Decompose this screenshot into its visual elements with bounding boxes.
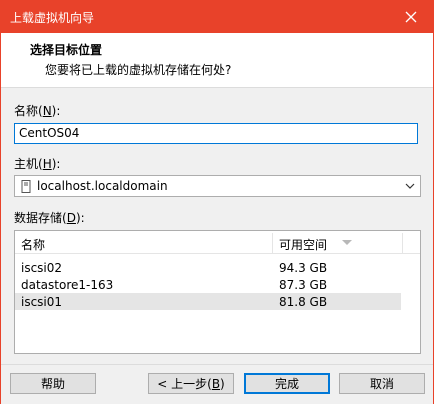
host-label: 主机(H): [14,157,61,171]
host-value: localhost.localdomain [37,179,168,193]
wizard-body: 名称(N): CentOS04 主机(H): localhost.localdo… [1,88,433,364]
table-row[interactable]: datastore1-163 87.3 GB [15,276,401,293]
window-title: 上载虚拟机向导 [10,11,95,25]
title-bar: 上载虚拟机向导 [1,1,433,33]
cancel-button[interactable]: 取消 [339,373,425,394]
table-row[interactable]: iscsi02 94.3 GB [15,259,401,276]
datastore-free: 87.3 GB [279,278,328,292]
column-divider [272,233,273,253]
help-button[interactable]: 帮助 [10,373,96,394]
datastore-free: 81.8 GB [279,295,328,309]
datastore-table: 名称 可用空间 iscsi02 94.3 GB datastore1-163 8… [14,230,421,354]
button-bar: 帮助 < 上一步(B) 完成 取消 [1,364,433,404]
datastore-free: 94.3 GB [279,261,328,275]
sort-desc-icon [342,240,352,245]
wizard-header: 选择目标位置 您要将已上载的虚拟机存储在何处? [1,33,433,88]
page-subtitle: 您要将已上载的虚拟机存储在何处? [45,63,232,77]
column-divider [402,233,403,253]
close-button[interactable] [389,1,433,33]
finish-button[interactable]: 完成 [244,373,330,394]
close-icon [405,11,417,23]
host-dropdown[interactable]: localhost.localdomain [14,175,421,197]
name-input[interactable]: CentOS04 [14,123,418,144]
upload-vm-wizard-window: 上载虚拟机向导 选择目标位置 您要将已上载的虚拟机存储在何处? 名称(N): C… [0,0,434,404]
datastore-name: datastore1-163 [21,278,114,292]
datastore-label: 数据存储(D): [14,211,85,225]
table-header: 名称 可用空间 [15,233,420,254]
server-icon [21,180,31,193]
column-header-name[interactable]: 名称 [21,236,45,253]
name-label: 名称(N): [14,104,61,118]
page-title: 选择目标位置 [30,43,103,57]
chevron-down-icon [405,183,415,189]
back-button[interactable]: < 上一步(B) [148,373,234,394]
datastore-name: iscsi01 [21,295,63,309]
table-row[interactable]: iscsi01 81.8 GB [15,293,401,310]
column-header-free-space[interactable]: 可用空间 [279,236,327,253]
datastore-name: iscsi02 [21,261,63,275]
